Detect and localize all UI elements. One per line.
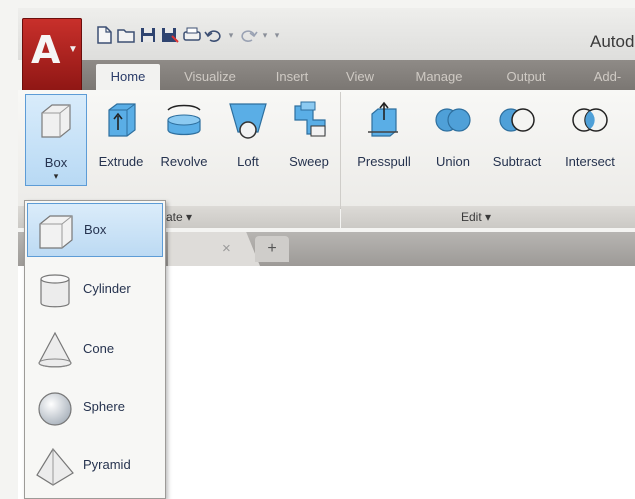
- close-icon[interactable]: ×: [222, 240, 231, 257]
- union-tool-label: Union: [436, 154, 470, 169]
- edit-panel-title: Edit ▾: [461, 210, 492, 224]
- chevron-down-icon: ▾: [53, 171, 59, 181]
- dropdown-item-pyramid[interactable]: Pyramid: [27, 439, 163, 493]
- extrude-icon: [108, 103, 136, 137]
- extrude-tool-label: Extrude: [98, 154, 144, 169]
- undo-icon[interactable]: [204, 24, 224, 46]
- extrude-tool-button[interactable]: Extrude: [90, 94, 152, 186]
- subtract-tool-button[interactable]: Subtract: [484, 94, 550, 186]
- save-as-icon[interactable]: [160, 24, 180, 46]
- intersect-icon: [572, 108, 608, 132]
- box-icon: [39, 215, 73, 249]
- document-tab[interactable]: ×: [168, 232, 260, 266]
- sphere-icon: [38, 392, 72, 426]
- redo-icon[interactable]: [238, 24, 258, 46]
- solid-primitives-dropdown: Box Cylinder Cone Sphere Pyramid: [24, 200, 166, 499]
- autocad-window: Autod A ▼ ▾ ▾ ▾ Home Visualize Insert Vi…: [0, 0, 635, 499]
- subtract-tool-label: Subtract: [492, 154, 542, 169]
- plot-icon[interactable]: [182, 24, 202, 46]
- undo-dropdown-icon[interactable]: ▾: [226, 24, 236, 46]
- revolve-tool-label: Revolve: [160, 154, 208, 169]
- tab-view[interactable]: View: [340, 64, 380, 90]
- ribbon-tab-bar: Home Visualize Insert View Manage Output…: [82, 60, 635, 90]
- dropdown-item-cylinder[interactable]: Cylinder: [27, 263, 163, 317]
- loft-tool-label: Loft: [237, 154, 259, 169]
- presspull-tool-label: Presspull: [357, 154, 411, 169]
- sweep-icon: [294, 101, 326, 137]
- intersect-tool-label: Intersect: [565, 154, 615, 169]
- presspull-tool-button[interactable]: Presspull: [346, 94, 422, 186]
- redo-dropdown-icon[interactable]: ▾: [260, 24, 270, 46]
- pyramid-icon: [36, 447, 74, 486]
- panel-separator: [340, 92, 341, 208]
- subtract-icon: [499, 108, 535, 132]
- union-tool-button[interactable]: Union: [424, 94, 482, 186]
- box-tool-button[interactable]: Box ▾: [25, 94, 87, 186]
- dropdown-label-cylinder: Cylinder: [83, 281, 131, 296]
- box-icon: [41, 104, 71, 138]
- cylinder-icon: [40, 274, 70, 308]
- presspull-icon: [368, 101, 398, 137]
- intersect-tool-button[interactable]: Intersect: [554, 94, 626, 186]
- dropdown-item-cone[interactable]: Cone: [27, 323, 163, 377]
- tab-insert[interactable]: Insert: [268, 64, 316, 90]
- sweep-tool-label: Sweep: [289, 154, 329, 169]
- dropdown-item-sphere[interactable]: Sphere: [27, 381, 163, 435]
- open-folder-icon[interactable]: [116, 24, 136, 46]
- dropdown-item-box[interactable]: Box: [27, 203, 163, 257]
- cone-icon: [38, 331, 72, 368]
- tab-output[interactable]: Output: [496, 64, 556, 90]
- create-panel-title: ate ▾: [166, 210, 193, 224]
- customize-toolbar-icon[interactable]: ▾: [272, 24, 282, 46]
- autocad-logo-icon: A: [31, 28, 61, 72]
- new-file-icon[interactable]: [94, 24, 114, 46]
- new-tab-button[interactable]: +: [255, 236, 289, 262]
- sweep-tool-button[interactable]: Sweep: [280, 94, 338, 186]
- revolve-tool-button[interactable]: Revolve: [155, 94, 213, 186]
- loft-tool-button[interactable]: Loft: [224, 94, 272, 186]
- box-tool-label: Box: [44, 155, 68, 170]
- edit-panel-title-bar[interactable]: Edit ▾: [341, 206, 635, 228]
- revolve-icon: [167, 104, 201, 136]
- application-menu-button[interactable]: A ▼: [22, 18, 82, 92]
- window-title: Autod: [590, 32, 635, 51]
- dropdown-label-sphere: Sphere: [83, 399, 125, 414]
- tab-visualize[interactable]: Visualize: [174, 64, 246, 90]
- dropdown-label-cone: Cone: [83, 341, 115, 356]
- union-icon: [435, 108, 471, 132]
- tab-add-ins[interactable]: Add-: [580, 64, 635, 90]
- save-icon[interactable]: [138, 24, 158, 46]
- loft-icon: [229, 103, 267, 139]
- dropdown-label-box: Box: [84, 222, 107, 237]
- tab-manage[interactable]: Manage: [404, 64, 474, 90]
- quick-access-toolbar: ▾ ▾ ▾: [94, 22, 282, 48]
- tab-home[interactable]: Home: [96, 64, 160, 90]
- dropdown-label-pyramid: Pyramid: [83, 457, 131, 472]
- chevron-down-icon: ▼: [68, 44, 78, 55]
